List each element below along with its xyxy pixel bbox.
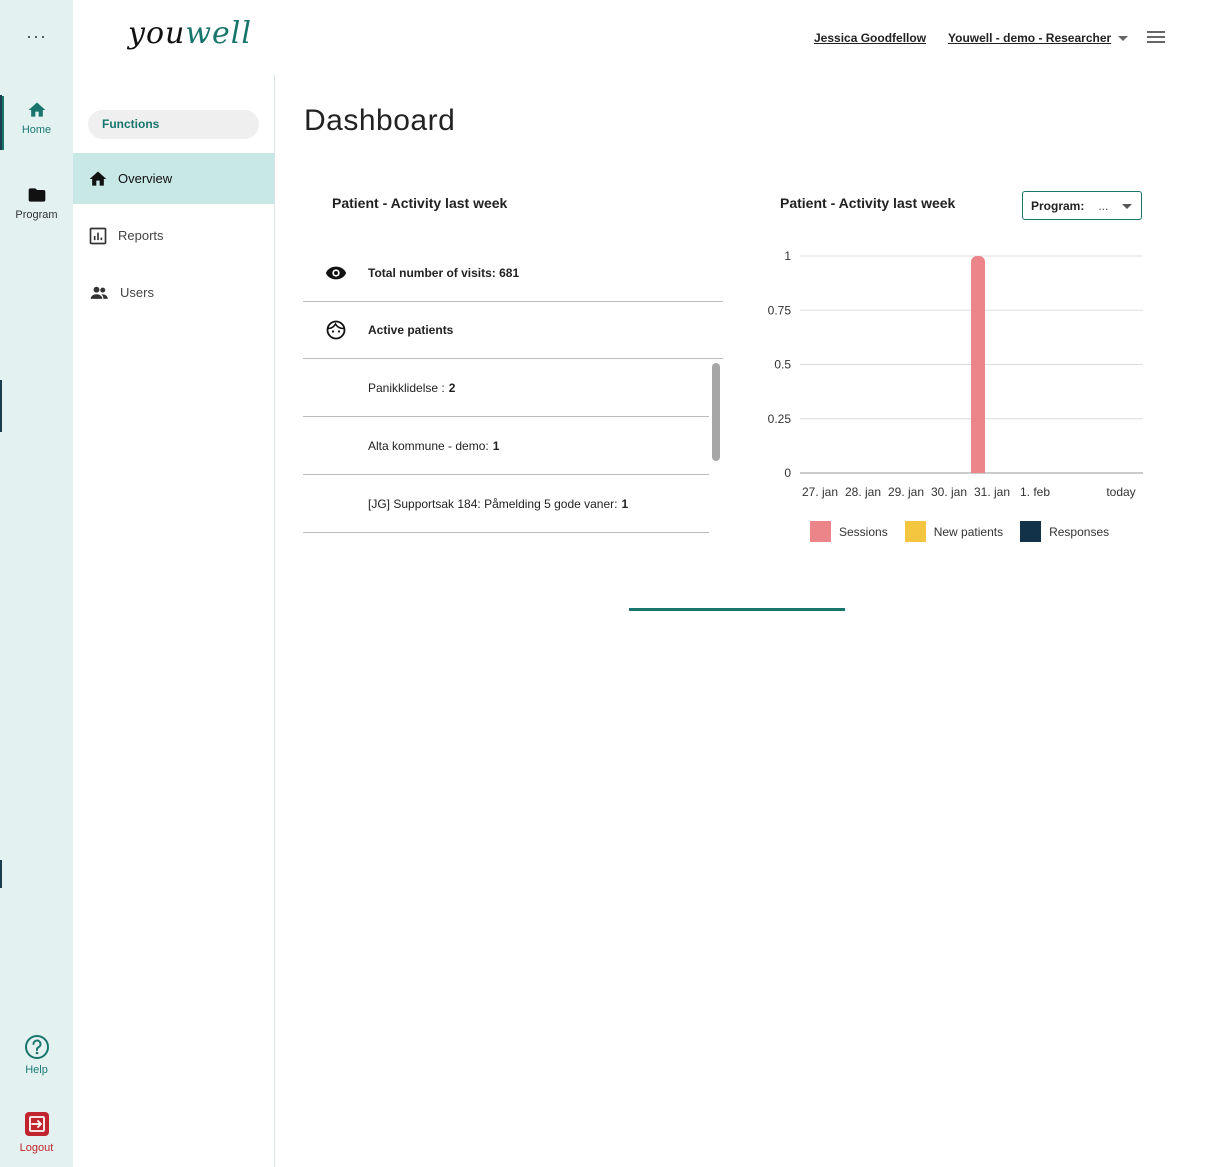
legend-swatch	[810, 521, 831, 542]
youwell-logo[interactable]: youwell	[128, 14, 252, 54]
nav-item-users[interactable]: Users	[73, 267, 274, 318]
program-select-value: ...	[1098, 198, 1109, 213]
chart-bar-base	[971, 465, 985, 473]
x-tick-label: today	[1106, 485, 1135, 499]
hamburger-menu-icon[interactable]	[1147, 31, 1165, 45]
functions-nav: Functions Overview Reports Users	[73, 74, 275, 1167]
users-icon	[90, 286, 108, 299]
program-name: Alta kommune - demo:	[368, 438, 489, 453]
org-role-dropdown[interactable]: Youwell - demo - Researcher	[948, 31, 1111, 45]
legend-label: Sessions	[839, 524, 888, 539]
legend-item-responses[interactable]: Responses	[1020, 521, 1109, 542]
program-count: 1	[621, 496, 629, 511]
x-tick-label: 30. jan	[931, 485, 967, 499]
list-scrollbar[interactable]	[712, 363, 720, 461]
legend-item-new-patients[interactable]: New patients	[904, 521, 1004, 542]
rail-program-label: Program	[15, 209, 58, 221]
nav-users-label: Users	[120, 285, 154, 300]
rail-item-home[interactable]: Home	[0, 96, 73, 150]
rail-item-program[interactable]: Program	[0, 185, 73, 221]
page-title: Dashboard	[304, 104, 456, 137]
y-tick-label: 1	[784, 249, 791, 263]
rail-item-help[interactable]: Help	[0, 1034, 73, 1076]
left-card-title: Patient - Activity last week	[332, 195, 508, 211]
x-tick-label: 27. jan	[802, 485, 838, 499]
y-tick-label: 0.5	[774, 358, 791, 372]
x-tick-label: 29. jan	[888, 485, 924, 499]
logo-part-you: you	[128, 16, 186, 51]
right-card-title: Patient - Activity last week	[780, 195, 956, 211]
nav-overview-label: Overview	[118, 171, 173, 186]
program-count: 1	[492, 438, 500, 453]
top-bar: youwell Jessica Goodfellow Youwell - dem…	[73, 0, 1210, 74]
icon-rail: ··· Home Program Help Logout	[0, 0, 73, 1167]
chart-bar	[971, 256, 985, 473]
program-count: 2	[448, 380, 456, 395]
active-patients-row: Active patients	[303, 302, 723, 359]
edge-mark	[0, 860, 2, 888]
help-icon	[24, 1035, 49, 1059]
list-item: [JG] Supportsak 184: Påmelding 5 gode va…	[303, 475, 709, 533]
x-tick-label: 1. feb	[1020, 485, 1050, 499]
nav-reports-label: Reports	[118, 228, 164, 243]
y-tick-label: 0	[784, 466, 791, 480]
functions-chip[interactable]: Functions	[88, 110, 259, 139]
x-tick-label: 28. jan	[845, 485, 881, 499]
more-icon[interactable]: ···	[0, 26, 73, 46]
legend-swatch	[904, 521, 926, 542]
rail-logout-label: Logout	[19, 1142, 54, 1154]
rail-help-label: Help	[25, 1064, 48, 1076]
legend-label: Responses	[1049, 524, 1110, 539]
chart-legend: Sessions New patients Responses	[810, 521, 1126, 542]
home-icon	[28, 102, 45, 117]
nav-item-overview[interactable]: Overview	[73, 153, 274, 204]
edge-mark	[0, 380, 2, 432]
eye-icon	[325, 266, 346, 280]
x-tick-label: 31. jan	[974, 485, 1010, 499]
legend-label: New patients	[933, 524, 1004, 539]
edge-mark	[0, 95, 2, 150]
program-patient-list[interactable]: Panikklidelse :2 Alta kommune - demo: 1 […	[303, 359, 723, 534]
chevron-down-icon	[1122, 204, 1132, 209]
rail-home-label: Home	[21, 124, 52, 136]
list-item: Panikklidelse :2	[303, 359, 709, 417]
legend-swatch	[1020, 521, 1042, 542]
activity-bar-chart: 0 0.25 0.5 0.75 1 27. jan 28. jan 29. jan 30. ja…	[768, 249, 1143, 499]
program-select-label: Program:	[1031, 198, 1085, 213]
loading-progress-bar	[629, 608, 845, 611]
program-name: [JG] Supportsak 184: Påmelding 5 gode va…	[368, 496, 618, 511]
chevron-down-icon[interactable]	[1118, 36, 1128, 41]
chart-icon	[89, 227, 107, 244]
total-visits-text: Total number of visits: 681	[368, 266, 520, 280]
home-icon	[89, 171, 107, 186]
folder-icon	[28, 188, 45, 202]
total-visits-row: Total number of visits: 681	[303, 245, 723, 302]
active-patients-text: Active patients	[368, 323, 454, 337]
rail-item-logout[interactable]: Logout	[0, 1110, 73, 1154]
face-icon	[326, 320, 345, 340]
y-tick-label: 0.75	[768, 303, 792, 317]
user-name-link[interactable]: Jessica Goodfellow	[814, 31, 926, 45]
program-select[interactable]: Program: ...	[1022, 191, 1142, 220]
nav-item-reports[interactable]: Reports	[73, 210, 274, 261]
logout-icon	[24, 1112, 49, 1136]
program-name: Panikklidelse :	[368, 380, 445, 395]
list-item: Alta kommune - demo: 1	[303, 417, 709, 475]
y-tick-label: 0.25	[768, 412, 792, 426]
legend-item-sessions[interactable]: Sessions	[810, 521, 888, 542]
logo-part-well: well	[185, 16, 252, 51]
